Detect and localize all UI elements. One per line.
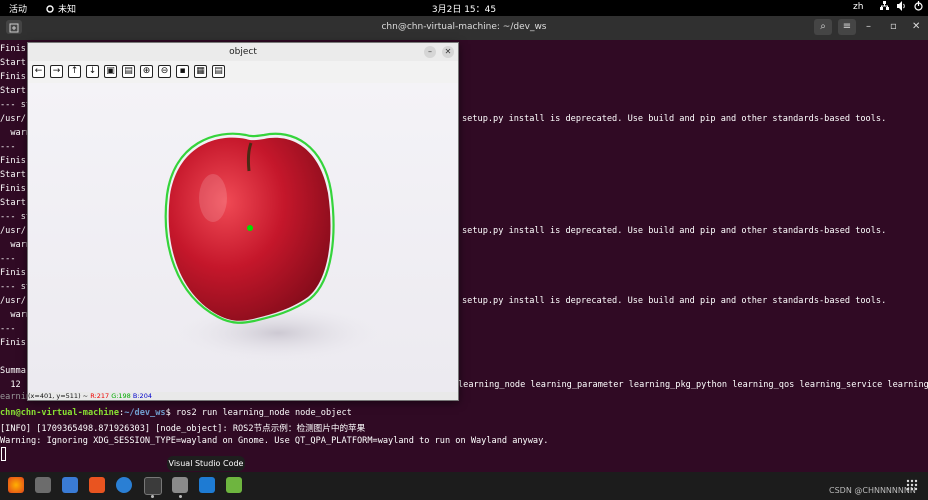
arrow-up-icon[interactable]: ↑ [68, 65, 81, 78]
apple-image[interactable] [28, 83, 458, 392]
prompt-command: $ ros2 run learning_node node_object [165, 408, 352, 418]
opencv-statusbar: (x=401, y=511) ~ R:217 G:198 B:204 [28, 392, 458, 400]
terminal-line: setup.py install is deprecated. Use buil… [462, 114, 887, 124]
arrow-down-icon[interactable]: ↓ [86, 65, 99, 78]
maximize-button[interactable]: ▫ [890, 21, 897, 32]
copy-icon[interactable]: ▦ [194, 65, 207, 78]
zoom-out-icon[interactable]: ⊖ [158, 65, 171, 78]
terminal-line: setup.py install is deprecated. Use buil… [462, 296, 887, 306]
terminal-line: Finis [0, 72, 26, 82]
terminal-line: /usr/ [0, 296, 26, 306]
terminal-line: Start [0, 86, 26, 96]
properties-icon[interactable]: ▤ [212, 65, 225, 78]
opencv-titlebar[interactable]: object – ✕ [28, 43, 458, 61]
running-indicator [179, 495, 182, 498]
minimize-button[interactable]: – [866, 21, 871, 32]
terminal-icon[interactable] [144, 477, 162, 495]
centroid-marker [247, 225, 253, 231]
pixel-coords: (x=401, y=511) ~ [28, 392, 91, 400]
close-button[interactable]: ✕ [912, 21, 920, 32]
apple-image-canvas [164, 132, 378, 361]
vscode-icon[interactable] [199, 477, 215, 493]
input-method-indicator[interactable]: zh [853, 2, 863, 12]
document-icon[interactable] [62, 477, 78, 493]
terminal-line: --- [0, 142, 16, 152]
system-tray[interactable] [880, 1, 923, 11]
opencv-app-icon[interactable] [172, 477, 188, 493]
terminal-cursor [1, 447, 6, 461]
hamburger-icon: ≡ [842, 21, 852, 32]
opencv-window-title: object [229, 47, 257, 57]
top-bar: 活动 未知 3月2日 15：45 zh [0, 0, 928, 16]
prompt-line: chn@chn-virtual-machine:~/dev_ws$ ros2 r… [0, 408, 352, 418]
dock [0, 472, 928, 500]
terminal-line: /usr/ [0, 226, 26, 236]
terminal-line: Finis [0, 268, 26, 278]
files-icon[interactable] [35, 477, 51, 493]
app-center-icon[interactable] [89, 477, 105, 493]
search-icon: ⌕ [820, 21, 826, 32]
terminal-line: Finis [0, 156, 26, 166]
firefox-icon[interactable] [8, 477, 24, 493]
show-apps-icon[interactable] [906, 479, 918, 491]
menu-button[interactable]: ≡ [838, 19, 856, 35]
volume-icon [897, 1, 905, 11]
running-indicator [151, 495, 154, 498]
terminal-line: /usr/ [0, 114, 26, 124]
clock[interactable]: 3月2日 15：45 [0, 2, 928, 15]
opencv-window: object – ✕ ← → ↑ ↓ ▣ ▤ ⊕ ⊖ ▪ ▦ ▤ (x=401,… [27, 42, 459, 401]
network-icon [880, 1, 889, 10]
pixel-b: B:204 [132, 392, 152, 400]
info-line: [INFO] [1709365498.871926303] [node_obje… [0, 424, 366, 434]
opencv-toolbar: ← → ↑ ↓ ▣ ▤ ⊕ ⊖ ▪ ▦ ▤ [28, 61, 458, 83]
terminal-line: --- [0, 254, 16, 264]
zoom-fit-icon[interactable]: ▣ [104, 65, 117, 78]
terminal-line: Finis [0, 338, 26, 348]
pixel-g: G:198 [111, 392, 131, 400]
power-icon [914, 1, 923, 11]
prompt-path: ~/dev_ws [124, 408, 166, 418]
apple-shadow [178, 305, 378, 361]
prompt-user: chn@chn-virtual-machine [0, 408, 119, 418]
terminal-line: --- [0, 324, 16, 334]
help-icon[interactable] [116, 477, 132, 493]
terminal-line: setup.py install is deprecated. Use buil… [462, 226, 887, 236]
opencv-close-button[interactable]: ✕ [442, 46, 454, 58]
terminal-line: Start [0, 198, 26, 208]
terminal-line: Finis [0, 184, 26, 194]
terminal-line: Start [0, 170, 26, 180]
watermark: CSDN @CHNNNNNNN [829, 486, 916, 495]
arrow-right-icon[interactable]: → [50, 65, 63, 78]
zoom-original-icon[interactable]: ▤ [122, 65, 135, 78]
trash-icon[interactable] [226, 477, 242, 493]
terminal-line: Start [0, 58, 26, 68]
terminal-header-bar: chn@chn-virtual-machine: ~/dev_ws ⌕ ≡ – … [0, 16, 928, 40]
terminal-line: Finis [0, 44, 26, 54]
save-icon[interactable]: ▪ [176, 65, 189, 78]
warning-line: Warning: Ignoring XDG_SESSION_TYPE=wayla… [0, 436, 549, 446]
apple-highlight [199, 174, 227, 222]
zoom-in-icon[interactable]: ⊕ [140, 65, 153, 78]
dock-tooltip: Visual Studio Code [167, 456, 245, 471]
arrow-left-icon[interactable]: ← [32, 65, 45, 78]
pixel-r: R:217 [90, 392, 110, 400]
opencv-minimize-button[interactable]: – [424, 46, 436, 58]
terminal-line: learning_node learning_parameter learnin… [458, 380, 928, 390]
search-button[interactable]: ⌕ [814, 19, 832, 35]
terminal-line: Summa [0, 366, 26, 376]
terminal-title: chn@chn-virtual-machine: ~/dev_ws [381, 22, 547, 32]
